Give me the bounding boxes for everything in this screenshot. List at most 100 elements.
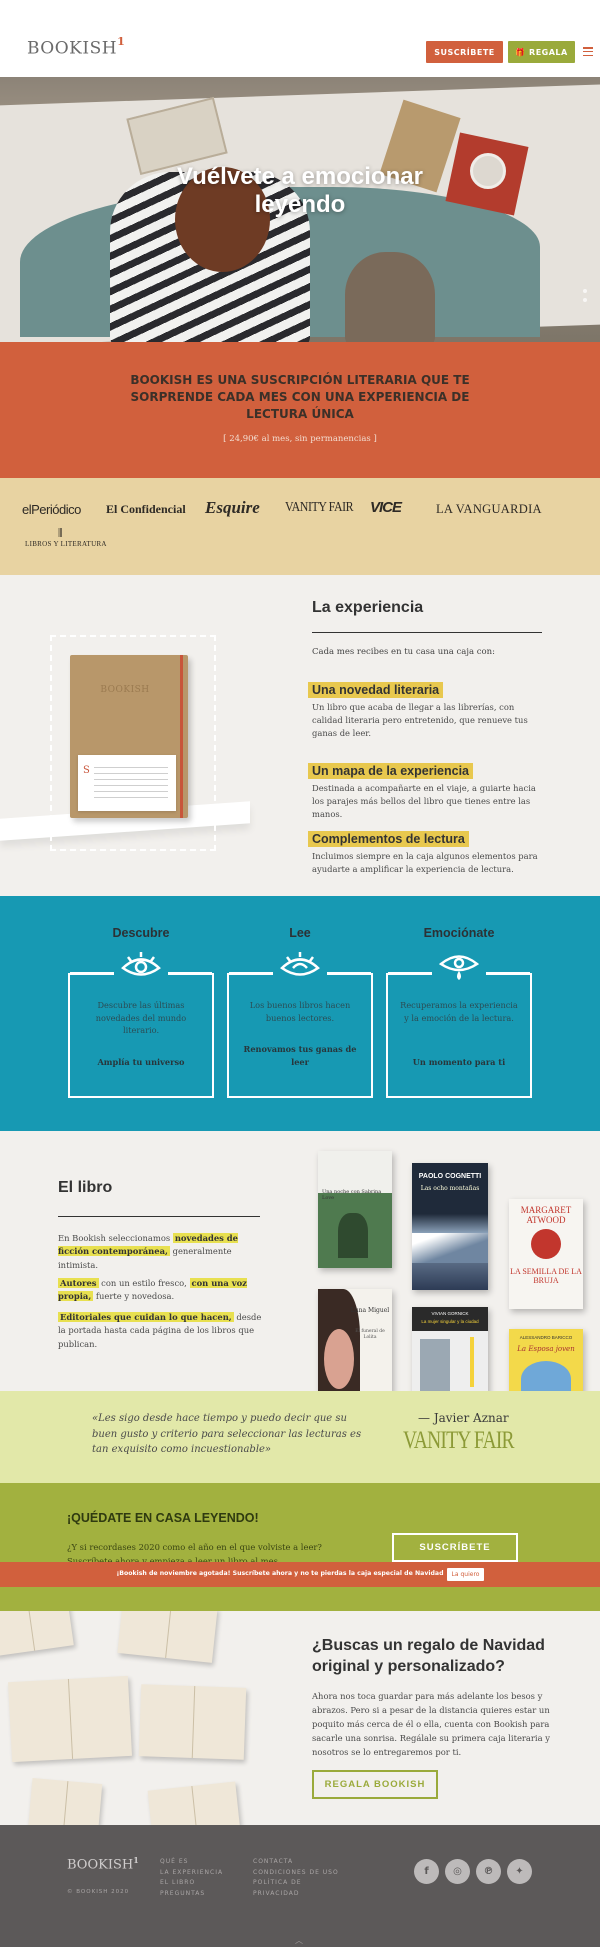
logo-text: BOOKISH (27, 38, 118, 59)
pillar-strong: Un momento para ti (412, 1057, 506, 1067)
pillar-title: Emociónate (423, 926, 495, 940)
hero-banner: Vuélvete a emocionar leyendo (0, 77, 600, 342)
cta-section: ¡QUÉDATE EN CASA LEYENDO! ¿Y si recordas… (0, 1483, 600, 1611)
highlight: Autores (58, 1278, 99, 1288)
pillar-text: Descubre las últimas novedades del mundo… (95, 1000, 187, 1035)
footer-link[interactable]: PREGUNTAS (160, 1889, 223, 1900)
subscribe-button[interactable]: SUSCRÍBETE (426, 41, 503, 63)
experience-item-title: Una novedad literaria (308, 679, 444, 698)
open-book-image (117, 1611, 218, 1663)
gift-section: ¿Buscas un regalo de Navidad original y … (0, 1611, 600, 1825)
book-title: El libro (58, 1179, 113, 1196)
cta-title: ¡QUÉDATE EN CASA LEYENDO! (67, 1511, 259, 1525)
press-logo-elperiodico: elPeriódico (22, 502, 81, 517)
footer-link[interactable]: QUÉ ES (160, 1857, 223, 1868)
experience-item-title: Un mapa de la experiencia (308, 760, 474, 779)
experience-section: BOOKISH S La experiencia Cada mes recibe… (0, 575, 600, 896)
book-cover: Luna Miguel El funeral de Lolita (318, 1289, 392, 1391)
press-logo-elconfidencial: El Confidencial (106, 502, 186, 516)
press-logo-lavanguardia: LA VANGUARDIA (436, 502, 542, 516)
press-logo-vice: VICE (370, 499, 402, 516)
pillar-box (227, 972, 373, 1098)
hero-title-line: leyendo (254, 191, 346, 218)
footer-link[interactable]: CONTACTA (253, 1857, 339, 1868)
hero-photo-cat (345, 252, 435, 342)
press-logos: elPeriódico El Confidencial Esquire VANI… (0, 478, 600, 575)
press-logo-vanityfair: VANITY FAIR (285, 500, 354, 515)
pillar-box (386, 972, 532, 1098)
book-cover: MARGARET ATWOOD LA SEMILLA DE LA BRUJA (509, 1199, 583, 1309)
footer-copyright: © BOOKISH 2020 (67, 1889, 130, 1895)
open-book-image (138, 1684, 247, 1760)
slider-dots[interactable] (583, 289, 587, 307)
press-logo-text: LIBROS Y LITERATURA (25, 540, 107, 548)
product-brand: BOOKISH (100, 685, 150, 695)
divider (58, 1216, 260, 1217)
book-paragraph: En Bookish seleccionamos novedades de fi… (58, 1233, 238, 1270)
book-cover: PAOLO COGNETTI Las ocho montañas (412, 1163, 488, 1290)
pinterest-icon[interactable]: ℗ (476, 1859, 501, 1884)
eye-icon (121, 952, 161, 976)
footer-nav: CONTACTA CONDICIONES DE USO POLÍTICA DE … (253, 1857, 339, 1899)
pillar-text: Los buenos libros hacen buenos lectores. (249, 1000, 351, 1023)
highlight-title: Una novedad literaria (308, 682, 444, 698)
experience-item-text: Destinada a acompañarte en el viaje, a g… (312, 783, 536, 819)
divider (312, 632, 542, 633)
experience-item-text: Incluimos siempre en la caja algunos ele… (312, 851, 538, 874)
site-logo[interactable]: BOOKISH1 (27, 35, 126, 59)
testimonial-author: — Javier Aznar (418, 1411, 509, 1425)
hero-title-line: Vuélvete a emocionar (177, 163, 423, 190)
eye-tear-icon (438, 955, 480, 980)
footer-link[interactable]: EL LIBRO (160, 1878, 223, 1889)
promo-button[interactable]: La quiero (447, 1568, 484, 1581)
gift-button[interactable]: 🎁 REGALA (508, 41, 575, 63)
site-header: BOOKISH1 SUSCRÍBETE 🎁 REGALA (0, 0, 600, 77)
book-paragraph: Autores con un estilo fresco, con una vo… (58, 1278, 247, 1302)
intro-section: BOOKISH ES UNA SUSCRIPCIÓN LITERARIA QUE… (0, 342, 600, 478)
footer-logo[interactable]: BOOKISH1 (67, 1855, 139, 1872)
experience-title: La experiencia (312, 599, 424, 616)
experience-lead: Cada mes recibes en tu casa una caja con… (312, 647, 495, 657)
testimonial-source-logo: VANITY FAIR (403, 1427, 515, 1454)
footer-link[interactable]: LA EXPERIENCIA (160, 1868, 223, 1879)
footer-link[interactable]: PRIVACIDAD (253, 1889, 339, 1900)
footer-link[interactable]: CONDICIONES DE USO (253, 1868, 339, 1879)
product-image: BOOKISH S (70, 655, 188, 818)
testimonial-quote: «Les sigo desde hace tiempo y puedo deci… (92, 1413, 362, 1455)
intro-price: [ 24,90€ al mes, sin permanencias ] (223, 434, 377, 444)
twitter-icon[interactable]: ✦ (507, 1859, 532, 1884)
site-footer: BOOKISH1 © BOOKISH 2020 QUÉ ES LA EXPERI… (0, 1825, 600, 1947)
open-book-image (147, 1781, 241, 1825)
book-cover: Una noche con Sabrina Love (318, 1151, 392, 1268)
book-cover: ALESSANDRO BARICCO La Esposa joven (509, 1329, 583, 1391)
cta-subscribe-button[interactable]: SUSCRÍBETE (392, 1533, 518, 1562)
promo-bar: ¡Bookish de noviembre agotada! Suscríbet… (0, 1562, 600, 1587)
pillar-title: Lee (289, 926, 311, 940)
instagram-icon[interactable]: ◎ (445, 1859, 470, 1884)
highlight: Editoriales que cuidan lo que hacen, (58, 1312, 234, 1322)
pillar-text: Recuperamos la experiencia y la emoción … (400, 1000, 518, 1023)
gift-bookish-button[interactable]: REGALA BOOKISH (312, 1770, 438, 1799)
intro-title: BOOKISH ES UNA SUSCRIPCIÓN LITERARIA QUE… (130, 373, 470, 421)
experience-item-title: Complementos de lectura (308, 828, 469, 847)
footer-link[interactable]: POLÍTICA DE (253, 1878, 339, 1889)
gift-title: ¿Buscas un regalo de Navidad original y … (312, 1637, 545, 1675)
pillars-section: Descubre Descubre las últimas novedades … (0, 896, 600, 1131)
open-book-image (7, 1675, 133, 1763)
open-book-image (27, 1778, 103, 1825)
pillar-strong: Amplía tu universo (97, 1057, 185, 1067)
experience-item-text: Un libro que acaba de llegar a las libre… (312, 702, 528, 738)
book-section: El libro En Bookish seleccionamos noveda… (0, 1131, 600, 1391)
press-logo-esquire: Esquire (205, 498, 260, 517)
product-band (180, 655, 183, 818)
open-book-image (0, 1611, 74, 1657)
logo-superscript: 1 (117, 35, 126, 48)
pillar-strong: Renovamos tus ganas de leer (243, 1044, 357, 1067)
chevron-up-icon[interactable]: ︿ (295, 1935, 303, 1946)
highlight-title: Complementos de lectura (308, 831, 469, 847)
facebook-icon[interactable]: f (414, 1859, 439, 1884)
product-card: S (78, 755, 176, 811)
product-card-initial: S (83, 765, 90, 776)
pillar-title: Descubre (112, 926, 170, 940)
hamburger-icon[interactable] (583, 47, 593, 57)
